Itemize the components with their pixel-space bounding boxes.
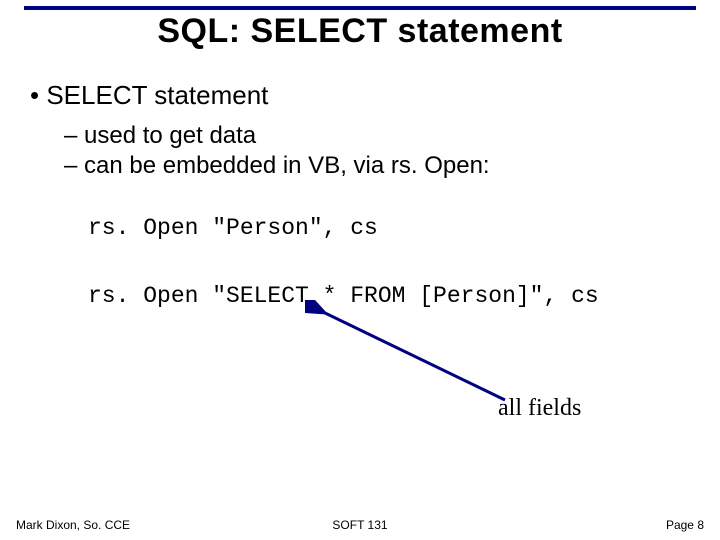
- footer-right: Page 8: [666, 518, 704, 532]
- code-line-2: rs. Open "SELECT * FROM [Person]", cs: [88, 283, 700, 311]
- annotation-label: all fields: [498, 395, 581, 422]
- arrow-icon: [305, 300, 545, 410]
- code-line-1: rs. Open "Person", cs: [88, 215, 700, 243]
- slide: SQL: SELECT statement SELECT statement u…: [0, 0, 720, 540]
- footer-center: SOFT 131: [16, 518, 704, 532]
- slide-body: SELECT statement used to get data can be…: [30, 80, 700, 310]
- bullet-level1: SELECT statement: [30, 80, 700, 111]
- slide-title: SQL: SELECT statement: [0, 12, 720, 51]
- bullet-level2: used to get data: [64, 121, 700, 151]
- bullet-level2: can be embedded in VB, via rs. Open:: [64, 151, 700, 181]
- top-rule: [24, 6, 696, 10]
